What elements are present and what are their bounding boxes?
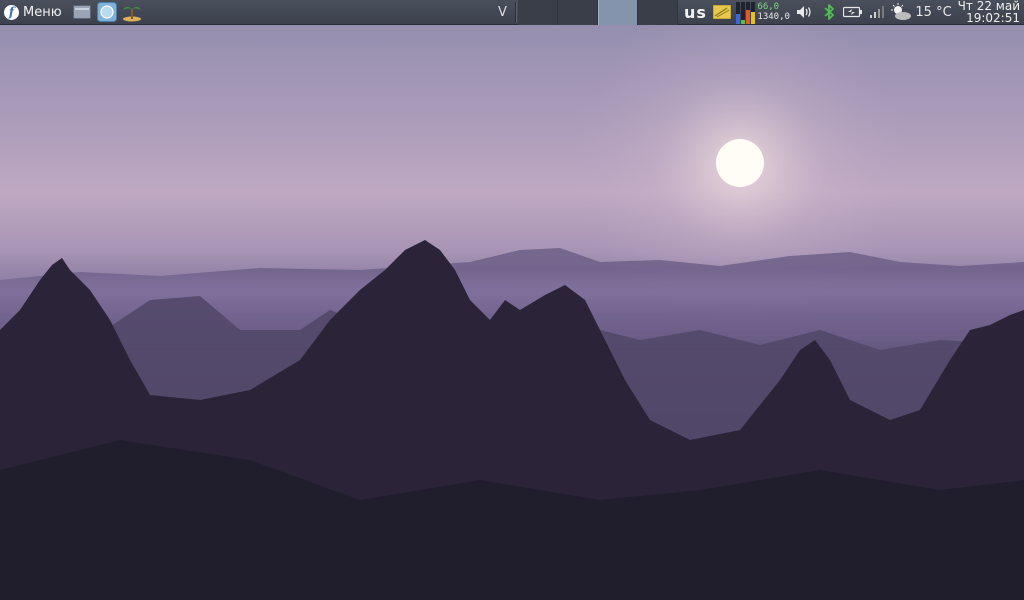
battery-applet[interactable] — [841, 0, 865, 25]
island-icon — [122, 7, 141, 22]
browser-icon — [96, 2, 117, 22]
desktop-wallpaper — [0, 0, 1024, 600]
bluetooth-applet[interactable] — [817, 0, 841, 25]
battery-icon — [843, 6, 863, 18]
network-speed-applet[interactable]: 66,0 1340,0 — [757, 2, 791, 22]
netspeed-upload: 1340,0 — [757, 12, 790, 22]
menu-label: Меню — [23, 4, 62, 20]
weather-temperature: 15 °C — [915, 4, 952, 20]
weather-icon — [891, 3, 912, 20]
workspace-3[interactable] — [598, 0, 639, 25]
load-monitor-bar — [751, 1, 756, 24]
volume-control[interactable] — [793, 0, 817, 25]
sun — [716, 139, 764, 187]
signal-icon — [870, 6, 885, 18]
panel-separator — [515, 1, 518, 23]
bluetooth-icon — [824, 4, 835, 20]
memory-monitor-bar — [741, 1, 746, 24]
network-signal-applet[interactable] — [865, 0, 889, 25]
weather-applet[interactable] — [889, 0, 913, 25]
netspeed-download: 66,0 — [757, 2, 780, 12]
island-launcher[interactable] — [121, 1, 143, 23]
sticky-note-icon — [713, 5, 732, 19]
clock-applet[interactable]: Чт 22 май 19:02:51 — [958, 0, 1024, 24]
keyboard-layout-indicator[interactable]: us — [680, 3, 710, 22]
workspace-1[interactable] — [518, 0, 559, 25]
file-manager-icon — [72, 5, 91, 19]
top-panel: f Меню V us 66,0 1340,0 15 °C Чт 22 май … — [0, 0, 1024, 25]
clock-time: 19:02:51 — [966, 11, 1020, 25]
sticky-notes-applet[interactable] — [710, 0, 734, 25]
applications-menu-button[interactable]: f Меню — [0, 0, 68, 25]
workspace-2[interactable] — [558, 0, 599, 25]
file-manager-launcher[interactable] — [71, 1, 93, 23]
network-monitor-bar — [746, 1, 751, 24]
volume-icon — [797, 6, 812, 18]
system-monitor-applet[interactable] — [736, 1, 756, 24]
wallpaper-scene — [0, 0, 1024, 600]
fedora-logo-icon: f — [4, 4, 19, 20]
window-list-toggle[interactable]: V — [490, 0, 514, 25]
workspace-4[interactable] — [638, 0, 679, 25]
workspace-switcher — [518, 0, 679, 25]
browser-launcher[interactable] — [96, 1, 118, 23]
system-monitor-icon — [736, 1, 741, 24]
